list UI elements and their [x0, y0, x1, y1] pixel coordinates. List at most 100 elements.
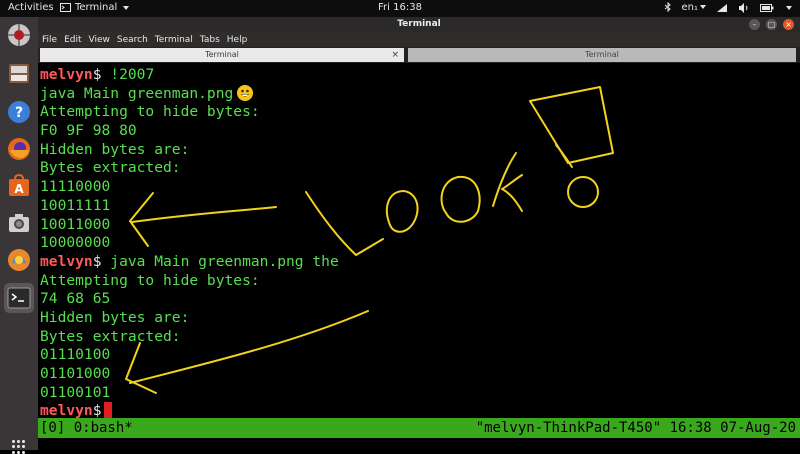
- output-text: java Main greenman.png: [40, 84, 234, 102]
- output-text: 11110000: [40, 178, 111, 196]
- output-text: Hidden bytes are:: [40, 140, 190, 158]
- output-text: 01101000: [40, 365, 111, 382]
- terminal-line: 10011000: [40, 216, 339, 235]
- terminal-line: 01101000: [40, 365, 339, 384]
- terminal-line: 01100101: [40, 384, 339, 403]
- battery-icon[interactable]: [760, 3, 774, 13]
- svg-text:A: A: [14, 182, 24, 196]
- window-title: Terminal: [397, 19, 441, 29]
- window-title-bar[interactable]: Terminal – □ ×: [38, 17, 800, 32]
- terminal-area[interactable]: melvyn$ !2007 java Main greenman.png Attem…: [38, 63, 800, 421]
- close-button[interactable]: ×: [783, 19, 794, 30]
- dock-item-software-center[interactable]: A: [4, 171, 34, 201]
- menu-edit[interactable]: Edit: [64, 35, 81, 45]
- app-menu[interactable]: Terminal: [60, 2, 130, 13]
- menu-tabs[interactable]: Tabs: [200, 35, 220, 45]
- terminal-line: 01110100: [40, 346, 339, 365]
- activities-button[interactable]: Activities: [8, 2, 54, 13]
- output-text: Hidden bytes are:: [40, 308, 190, 326]
- menu-terminal[interactable]: Terminal: [155, 35, 193, 45]
- terminal-line: java Main greenman.png: [40, 84, 339, 104]
- dock-item-firefox[interactable]: [4, 134, 34, 164]
- terminal-line: Attempting to hide bytes:: [40, 272, 339, 291]
- letter-o: [440, 175, 481, 223]
- prompt-symbol: $: [92, 252, 102, 270]
- terminal-line: Hidden bytes are:: [40, 309, 339, 328]
- tab-terminal-2[interactable]: Terminal: [408, 48, 796, 62]
- dock-item-software-updater[interactable]: [4, 20, 34, 50]
- output-text: Bytes extracted:: [40, 327, 181, 345]
- close-icon[interactable]: ×: [391, 48, 399, 62]
- dock: ? A: [0, 17, 38, 454]
- terminal-icon: [7, 287, 31, 309]
- system-tray[interactable]: en₁: [664, 2, 792, 13]
- minimize-button[interactable]: –: [749, 19, 760, 30]
- dock-item-screenshot[interactable]: [4, 208, 34, 238]
- chevron-down-icon: [700, 5, 706, 9]
- clock[interactable]: Fri 16:38: [378, 2, 422, 13]
- show-applications-button[interactable]: [12, 440, 26, 454]
- top-bar: Activities Terminal Fri 16:38 en₁: [0, 0, 800, 17]
- keyboard-layout-indicator[interactable]: en₁: [681, 2, 706, 13]
- software-updater-icon: [8, 24, 30, 46]
- tab-bar: Terminal × Terminal: [38, 47, 800, 63]
- output-text: 74 68 65: [40, 290, 111, 308]
- dock-item-terminal[interactable]: [4, 283, 34, 313]
- volume-icon[interactable]: [738, 2, 750, 13]
- output-text: 01110100: [40, 346, 111, 364]
- command-text: java Main greenman.png the: [101, 252, 339, 270]
- terminal-line: melvyn$ !2007: [40, 66, 339, 85]
- tab-terminal-1[interactable]: Terminal ×: [40, 48, 404, 62]
- network-icon[interactable]: [716, 3, 728, 13]
- terminal-line: 11110000: [40, 178, 339, 197]
- bluetooth-icon[interactable]: [664, 2, 672, 13]
- firefox-icon: [8, 138, 30, 160]
- tmux-status-bar: [0] 0:bash* "melvyn-ThinkPad-T450" 16:38…: [38, 418, 800, 438]
- maximize-button[interactable]: □: [766, 19, 777, 30]
- output-text: F0 9F 98 80: [40, 122, 137, 140]
- terminal-line: 74 68 65: [40, 290, 339, 309]
- terminal-line: 10000000: [40, 234, 339, 253]
- menu-file[interactable]: File: [42, 35, 57, 45]
- dock-item-files[interactable]: [4, 58, 34, 88]
- svg-text:?: ?: [15, 105, 23, 121]
- keyboard-layout-label: en₁: [681, 2, 699, 13]
- terminal-line: Hidden bytes are:: [40, 141, 339, 160]
- terminal-line: Attempting to hide bytes:: [40, 103, 339, 122]
- prompt-symbol: $: [92, 66, 102, 83]
- menu-help[interactable]: Help: [227, 35, 248, 45]
- system-menu-chevron-icon[interactable]: [786, 5, 792, 10]
- terminal-line: melvyn$ java Main greenman.png the: [40, 253, 339, 272]
- output-text: 01100101: [40, 383, 111, 401]
- terminal-line: 10011111: [40, 197, 339, 216]
- prompt-user: melvyn: [40, 66, 93, 83]
- terminal-line: Bytes extracted:: [40, 159, 339, 178]
- app-menu-label: Terminal: [75, 2, 118, 13]
- tab-label: Terminal: [205, 50, 239, 59]
- menu-view[interactable]: View: [89, 35, 110, 45]
- output-text: 10000000: [40, 234, 111, 252]
- terminal-line: Bytes extracted:: [40, 328, 339, 347]
- prompt-user: melvyn: [40, 402, 93, 420]
- prompt-user: melvyn: [40, 252, 93, 270]
- menu-search[interactable]: Search: [117, 35, 148, 45]
- output-text: Attempting to hide bytes:: [40, 271, 260, 289]
- terminal-output: melvyn$ !2007 java Main greenman.png Attem…: [40, 66, 339, 421]
- grinning-face-emoji-icon: [237, 84, 254, 101]
- menu-bar: File Edit View Search Terminal Tabs Help: [38, 32, 800, 47]
- output-text: 10011000: [40, 215, 111, 233]
- camera-icon: [9, 214, 29, 232]
- software-center-icon: A: [9, 173, 29, 196]
- status-right: "melvyn-ThinkPad-T450" 16:38 07-Aug-20: [475, 420, 796, 436]
- tab-label: Terminal: [585, 50, 619, 59]
- files-icon: [9, 64, 29, 83]
- dock-item-jetbrains[interactable]: [4, 245, 34, 275]
- dock-item-help[interactable]: ?: [4, 97, 34, 127]
- status-left: [0] 0:bash*: [40, 420, 133, 436]
- output-text: Attempting to hide bytes:: [40, 103, 260, 121]
- terminal-cursor: [103, 402, 112, 419]
- prompt-symbol: $: [92, 402, 102, 420]
- terminal-line: F0 9F 98 80: [40, 122, 339, 141]
- help-icon: ?: [8, 101, 30, 123]
- chevron-down-icon: [123, 5, 130, 10]
